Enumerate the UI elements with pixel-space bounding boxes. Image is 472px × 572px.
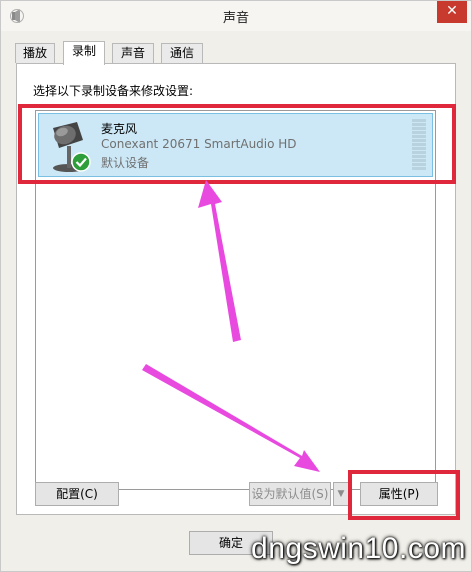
arrow-down-annotation	[142, 364, 320, 472]
tab-recording[interactable]: 录制	[63, 41, 105, 65]
arrow-up-annotation	[198, 180, 241, 342]
watermark: dngswin10.com	[251, 532, 466, 565]
annotation-arrows	[142, 180, 320, 472]
